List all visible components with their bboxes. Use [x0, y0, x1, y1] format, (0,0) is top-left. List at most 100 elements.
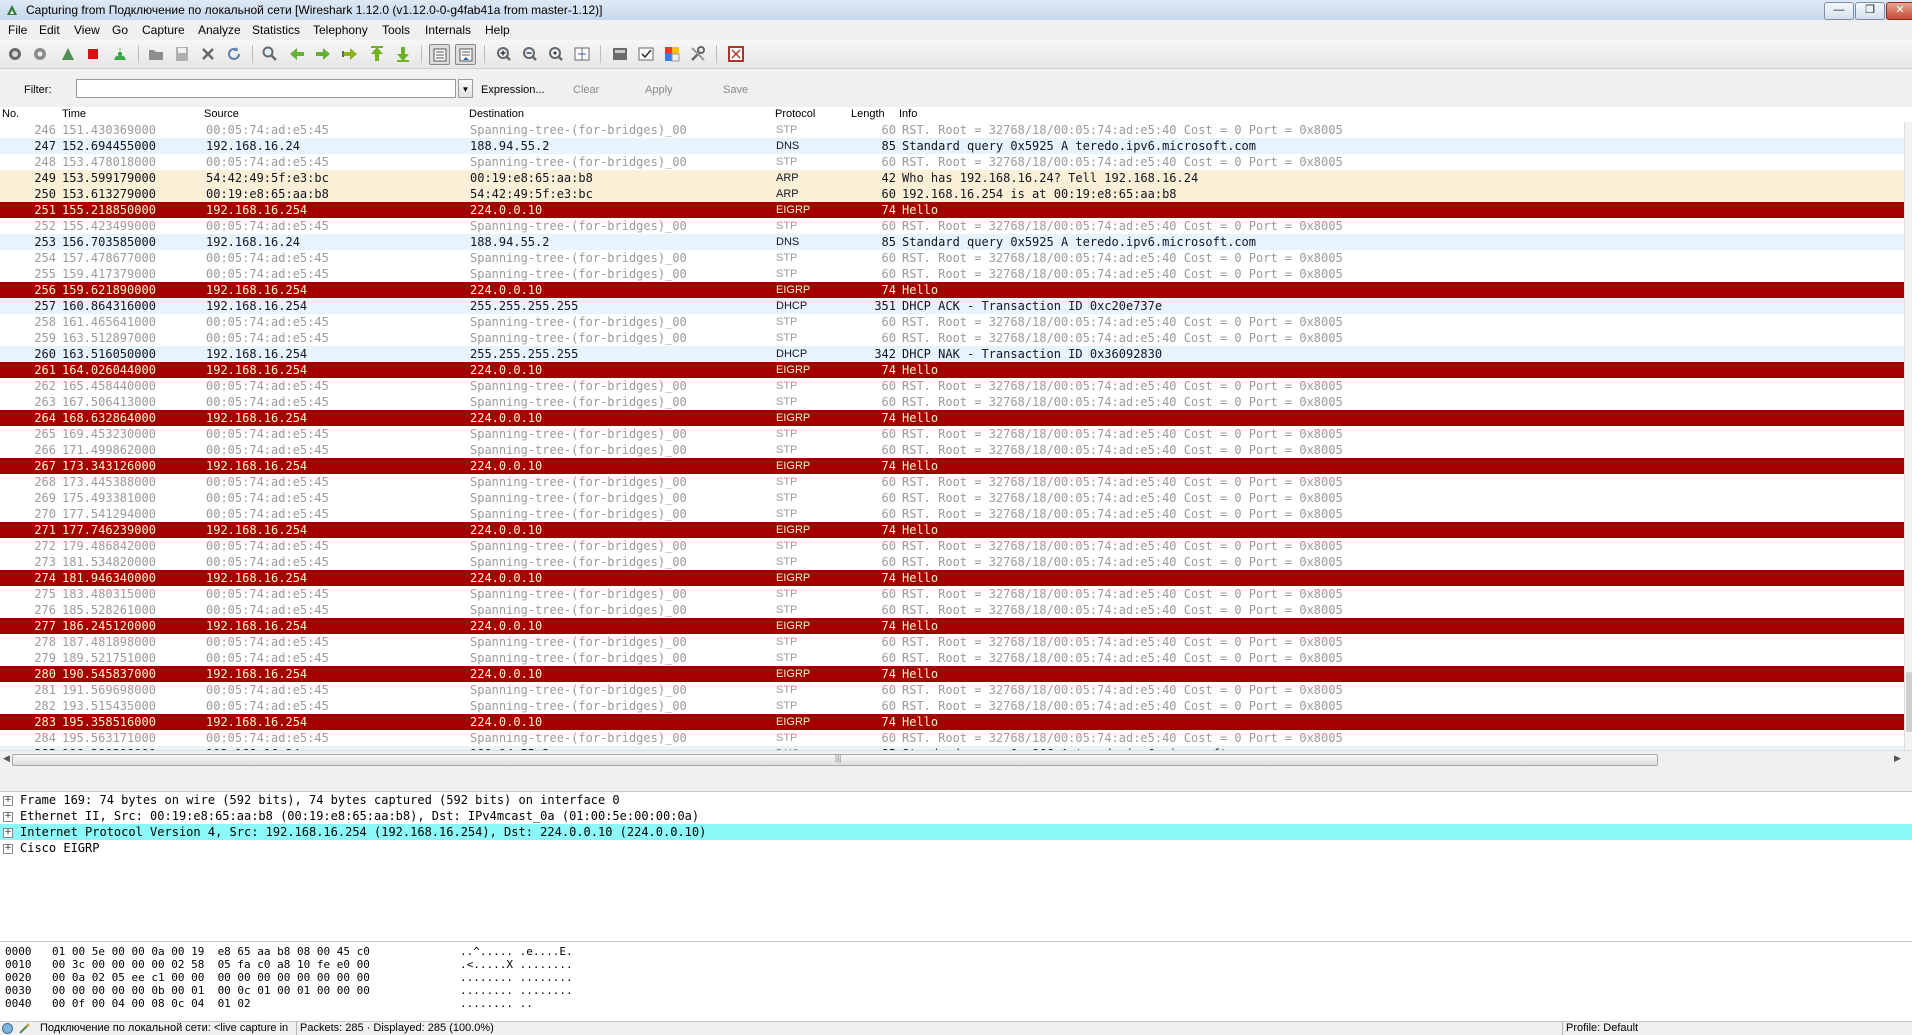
menu-analyze[interactable]: Analyze	[198, 23, 241, 37]
packet-row[interactable]: 284 195.563171000 00:05:74:ad:e5:45 Spannin…	[0, 730, 1904, 746]
expression-button[interactable]: Expression...	[481, 84, 545, 96]
packet-row[interactable]: 250 153.613279000 00:19:e8:65:aa:b8 54:42:4…	[0, 186, 1904, 202]
packet-row[interactable]: 265 169.453230000 00:05:74:ad:e5:45 Spannin…	[0, 426, 1904, 442]
packet-row[interactable]: 279 189.521751000 00:05:74:ad:e5:45 Spannin…	[0, 650, 1904, 666]
zoom-in-icon[interactable]	[494, 44, 514, 64]
autoscroll-icon[interactable]	[455, 44, 476, 65]
scroll-right-icon[interactable]: ▶	[1894, 753, 1901, 764]
packet-row[interactable]: 247 152.694455000 192.168.16.24 188.94.55.2…	[0, 138, 1904, 154]
packet-row[interactable]: 275 183.480315000 00:05:74:ad:e5:45 Spannin…	[0, 586, 1904, 602]
menu-telephony[interactable]: Telephony	[313, 23, 368, 37]
minimize-button[interactable]: —	[1824, 2, 1854, 20]
maximize-button[interactable]: ❐	[1855, 2, 1885, 20]
interfaces-icon[interactable]	[5, 44, 25, 64]
packet-row[interactable]: 262 165.458440000 00:05:74:ad:e5:45 Spannin…	[0, 378, 1904, 394]
packet-row[interactable]: 246 151.430369000 00:05:74:ad:e5:45 Spannin…	[0, 122, 1904, 138]
packet-row[interactable]: 273 181.534820000 00:05:74:ad:e5:45 Spannin…	[0, 554, 1904, 570]
menu-capture[interactable]: Capture	[142, 23, 185, 37]
clear-filter-button[interactable]: Clear	[573, 84, 599, 96]
packet-row[interactable]: 264 168.632864000 192.168.16.254 224.0.0.10…	[0, 410, 1904, 426]
column-header-time[interactable]: Time	[62, 108, 86, 120]
packet-row[interactable]: 281 191.569698000 00:05:74:ad:e5:45 Spannin…	[0, 682, 1904, 698]
column-header-no[interactable]: No.	[2, 108, 19, 120]
packet-row[interactable]: 261 164.026044000 192.168.16.254 224.0.0.10…	[0, 362, 1904, 378]
coloring-rules-icon[interactable]	[662, 44, 682, 64]
menu-statistics[interactable]: Statistics	[252, 23, 300, 37]
packet-row[interactable]: 271 177.746239000 192.168.16.254 224.0.0.10…	[0, 522, 1904, 538]
packet-row[interactable]: 283 195.358516000 192.168.16.254 224.0.0.10…	[0, 714, 1904, 730]
packet-row[interactable]: 270 177.541294000 00:05:74:ad:e5:45 Spannin…	[0, 506, 1904, 522]
reload-icon[interactable]	[224, 44, 244, 64]
menu-go[interactable]: Go	[112, 23, 128, 37]
normal-size-icon[interactable]	[546, 44, 566, 64]
preferences-icon[interactable]	[688, 44, 708, 64]
packet-row[interactable]: 260 163.516050000 192.168.16.254 255.255.25…	[0, 346, 1904, 362]
display-filters-icon[interactable]	[636, 44, 656, 64]
packet-row[interactable]: 253 156.703585000 192.168.16.24 188.94.55.2…	[0, 234, 1904, 250]
status-profile[interactable]: Profile: Default	[1566, 1022, 1638, 1035]
column-header-destination[interactable]: Destination	[469, 108, 524, 120]
packet-list-vertical-scrollbar[interactable]	[1904, 122, 1912, 750]
detail-tree-item[interactable]: + Ethernet II, Src: 00:19:e8:65:aa:b8 (00…	[0, 808, 1912, 824]
restart-capture-icon[interactable]	[110, 44, 130, 64]
packet-row[interactable]: 276 185.528261000 00:05:74:ad:e5:45 Spannin…	[0, 602, 1904, 618]
expert-info-icon[interactable]	[2, 1023, 13, 1034]
packet-row[interactable]: 249 153.599179000 54:42:49:5f:e3:bc 00:19:e…	[0, 170, 1904, 186]
packet-row[interactable]: 256 159.621890000 192.168.16.254 224.0.0.10…	[0, 282, 1904, 298]
column-header-length[interactable]: Length	[851, 108, 885, 120]
detail-tree-item[interactable]: + Cisco EIGRP	[0, 840, 1912, 856]
close-window-button[interactable]: ✕	[1886, 2, 1912, 20]
packet-row[interactable]: 282 193.515435000 00:05:74:ad:e5:45 Spannin…	[0, 698, 1904, 714]
open-file-icon[interactable]	[146, 44, 166, 64]
save-file-icon[interactable]	[172, 44, 192, 64]
colorize-icon[interactable]	[429, 44, 450, 65]
packet-row[interactable]: 251 155.218850000 192.168.16.254 224.0.0.10…	[0, 202, 1904, 218]
packet-row[interactable]: 274 181.946340000 192.168.16.254 224.0.0.10…	[0, 570, 1904, 586]
find-packet-icon[interactable]	[260, 44, 280, 64]
go-last-icon[interactable]	[393, 44, 413, 64]
filter-dropdown-button[interactable]: ▼	[458, 79, 473, 98]
scrollbar-thumb[interactable]: |||	[12, 754, 1658, 766]
menu-help[interactable]: Help	[485, 23, 510, 37]
expand-icon[interactable]: +	[3, 796, 13, 806]
go-first-icon[interactable]	[367, 44, 387, 64]
capture-filters-icon[interactable]	[610, 44, 630, 64]
packet-row[interactable]: 277 186.245120000 192.168.16.254 224.0.0.10…	[0, 618, 1904, 634]
menu-internals[interactable]: Internals	[425, 23, 471, 37]
menu-view[interactable]: View	[74, 23, 100, 37]
packet-row[interactable]: 255 159.417379000 00:05:74:ad:e5:45 Spannin…	[0, 266, 1904, 282]
save-filter-button[interactable]: Save	[723, 84, 748, 96]
packet-row[interactable]: 257 160.864316000 192.168.16.254 255.255.25…	[0, 298, 1904, 314]
packet-row[interactable]: 248 153.478018000 00:05:74:ad:e5:45 Spannin…	[0, 154, 1904, 170]
resize-columns-icon[interactable]	[572, 44, 592, 64]
packet-list[interactable]: No. Time Source Destination Protocol Len…	[0, 107, 1912, 767]
menu-tools[interactable]: Tools	[382, 23, 410, 37]
menu-file[interactable]: File	[8, 23, 27, 37]
packet-row[interactable]: 254 157.478677000 00:05:74:ad:e5:45 Spannin…	[0, 250, 1904, 266]
apply-filter-button[interactable]: Apply	[645, 84, 673, 96]
packet-row[interactable]: 272 179.486842000 00:05:74:ad:e5:45 Spannin…	[0, 538, 1904, 554]
packet-row[interactable]: 269 175.493381000 00:05:74:ad:e5:45 Spannin…	[0, 490, 1904, 506]
column-header-info[interactable]: Info	[899, 108, 917, 120]
scroll-left-icon[interactable]: ◀	[3, 753, 10, 764]
column-header-source[interactable]: Source	[204, 108, 239, 120]
packet-row[interactable]: 268 173.445388000 00:05:74:ad:e5:45 Spannin…	[0, 474, 1904, 490]
expand-icon[interactable]: +	[3, 844, 13, 854]
close-file-icon[interactable]	[198, 44, 218, 64]
packet-row[interactable]: 259 163.512897000 00:05:74:ad:e5:45 Spannin…	[0, 330, 1904, 346]
detail-tree-item[interactable]: + Frame 169: 74 bytes on wire (592 bits),…	[0, 792, 1912, 808]
stop-capture-icon[interactable]	[83, 44, 103, 64]
detail-tree-item[interactable]: + Internet Protocol Version 4, Src: 192.1…	[0, 824, 1912, 840]
menu-edit[interactable]: Edit	[39, 23, 60, 37]
go-forward-icon[interactable]	[313, 44, 333, 64]
capture-comment-icon[interactable]	[18, 1022, 31, 1035]
packet-row[interactable]: 266 171.499862000 00:05:74:ad:e5:45 Spannin…	[0, 442, 1904, 458]
expand-icon[interactable]: +	[3, 828, 13, 838]
go-to-packet-icon[interactable]	[340, 44, 360, 64]
packet-list-horizontal-scrollbar[interactable]: ◀ ||| ▶	[0, 750, 1912, 767]
packet-row[interactable]: 278 187.481898000 00:05:74:ad:e5:45 Spannin…	[0, 634, 1904, 650]
column-header-protocol[interactable]: Protocol	[775, 108, 815, 120]
packet-row[interactable]: 280 190.545837000 192.168.16.254 224.0.0.10…	[0, 666, 1904, 682]
packet-row[interactable]: 267 173.343126000 192.168.16.254 224.0.0.10…	[0, 458, 1904, 474]
scrollbar-thumb[interactable]	[1906, 672, 1912, 732]
